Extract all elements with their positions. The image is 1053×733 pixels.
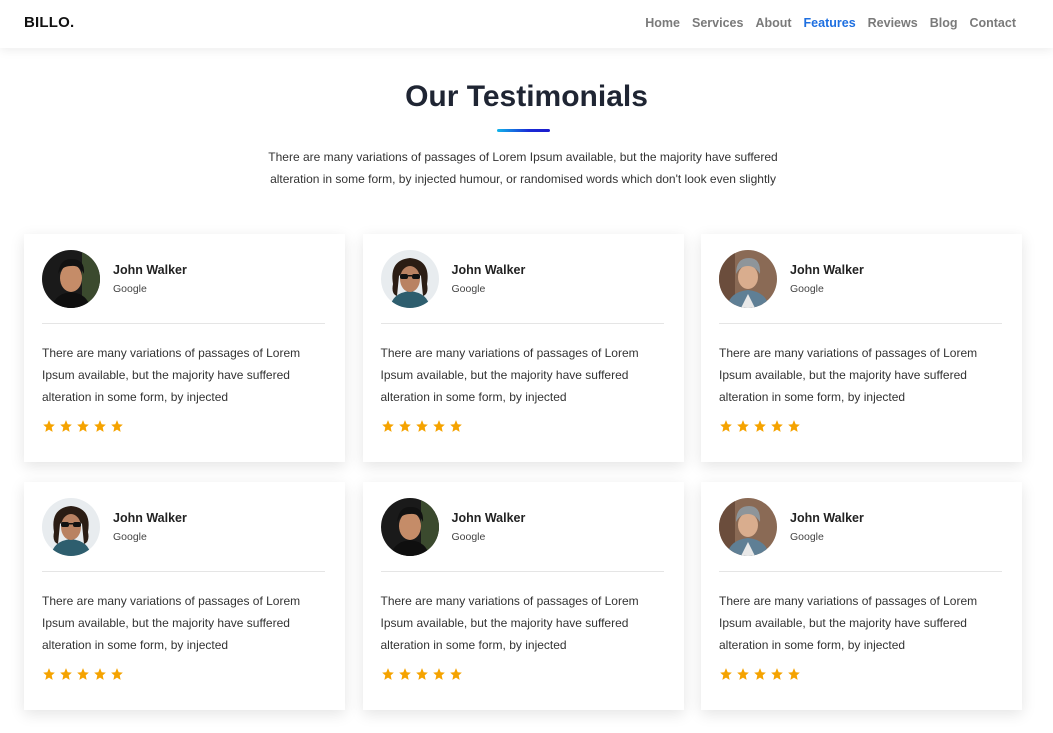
star-icon <box>381 668 394 680</box>
testimonial-card: John Walker Google There are many variat… <box>24 482 345 710</box>
card-header: John Walker Google <box>719 498 1004 556</box>
card-header: John Walker Google <box>42 498 327 556</box>
star-rating <box>719 419 1004 433</box>
testimonials-grid: John Walker Google There are many variat… <box>24 234 1022 710</box>
testimonial-card: John Walker Google There are many variat… <box>24 234 345 462</box>
avatar-dark-hair <box>42 250 100 308</box>
main-nav: Home Services About Features Reviews Blo… <box>645 16 1016 30</box>
card-header: John Walker Google <box>42 250 327 308</box>
nav-link-home[interactable]: Home <box>645 16 680 30</box>
star-icon <box>43 668 55 680</box>
star-icon <box>60 420 72 432</box>
star-icon <box>720 668 732 680</box>
star-rating <box>381 419 666 433</box>
star-icon <box>737 420 749 432</box>
person-company: Google <box>113 531 147 543</box>
star-icon <box>432 420 445 432</box>
person-name: John Walker <box>790 511 864 525</box>
person-info: John Walker Google <box>452 511 526 543</box>
site-header: BILLO. Home Services About Features Revi… <box>0 0 1053 48</box>
person-info: John Walker Google <box>113 511 187 543</box>
testimonial-quote: There are many variations of passages of… <box>380 346 639 404</box>
star-rating <box>381 667 666 681</box>
person-name: John Walker <box>113 263 187 277</box>
card-divider <box>380 323 664 324</box>
person-info: John Walker Google <box>790 263 864 295</box>
person-company: Google <box>451 531 486 543</box>
star-icon <box>415 420 428 432</box>
testimonial-card: John Walker Google There are many variat… <box>362 234 684 462</box>
star-icon <box>449 420 462 432</box>
star-icon <box>398 420 411 432</box>
star-icon <box>111 420 123 432</box>
nav-link-services[interactable]: Services <box>692 16 743 30</box>
star-rating <box>42 419 327 433</box>
section-description: There are many variations of passages of… <box>268 150 778 186</box>
star-icon <box>415 668 428 680</box>
person-name: John Walker <box>113 511 187 525</box>
star-icon <box>94 420 106 432</box>
star-icon <box>737 668 749 680</box>
star-icon <box>754 668 766 680</box>
star-icon <box>754 420 766 432</box>
nav-link-blog[interactable]: Blog <box>930 16 958 30</box>
nav-link-reviews[interactable]: Reviews <box>868 16 918 30</box>
person-company: Google <box>790 283 824 295</box>
card-divider <box>719 571 1002 572</box>
person-name: John Walker <box>790 263 864 277</box>
avatar-sunglasses <box>380 250 439 308</box>
testimonial-card: John Walker Google There are many variat… <box>701 234 1022 462</box>
star-icon <box>788 668 800 680</box>
star-icon <box>720 420 732 432</box>
testimonial-quote: There are many variations of passages of… <box>42 346 301 404</box>
testimonial-quote: There are many variations of passages of… <box>719 594 978 652</box>
card-header: John Walker Google <box>719 250 1004 308</box>
star-rating <box>42 667 327 681</box>
star-icon <box>398 668 411 680</box>
avatar-sunglasses <box>42 498 100 556</box>
testimonial-quote: There are many variations of passages of… <box>42 594 301 652</box>
title-underline <box>497 129 550 132</box>
section-title: Our Testimonials <box>405 80 648 113</box>
star-icon <box>449 668 462 680</box>
star-icon <box>788 420 800 432</box>
star-icon <box>381 420 394 432</box>
nav-link-about[interactable]: About <box>755 16 791 30</box>
star-icon <box>77 420 89 432</box>
avatar-dark-hair <box>380 498 439 556</box>
person-info: John Walker Google <box>113 263 187 295</box>
person-info: John Walker Google <box>790 511 864 543</box>
star-icon <box>43 420 55 432</box>
card-header: John Walker Google <box>380 498 666 556</box>
person-info: John Walker Google <box>452 263 526 295</box>
star-icon <box>771 668 783 680</box>
star-icon <box>432 668 445 680</box>
card-divider <box>719 323 1002 324</box>
testimonial-quote: There are many variations of passages of… <box>719 346 978 404</box>
person-company: Google <box>113 283 147 295</box>
card-divider <box>42 323 325 324</box>
person-name: John Walker <box>451 511 526 525</box>
card-divider <box>42 571 325 572</box>
person-name: John Walker <box>451 263 526 277</box>
star-rating <box>719 667 1004 681</box>
person-company: Google <box>790 531 824 543</box>
testimonial-quote: There are many variations of passages of… <box>380 594 639 652</box>
star-icon <box>60 668 72 680</box>
brand-logo[interactable]: BILLO. <box>24 14 74 31</box>
avatar-beanie <box>719 250 777 308</box>
star-icon <box>77 668 89 680</box>
nav-link-contact[interactable]: Contact <box>969 16 1016 30</box>
card-divider <box>380 571 664 572</box>
testimonial-card: John Walker Google There are many variat… <box>701 482 1022 710</box>
nav-link-features[interactable]: Features <box>804 16 856 30</box>
star-icon <box>771 420 783 432</box>
testimonial-card: John Walker Google There are many variat… <box>362 482 684 710</box>
card-header: John Walker Google <box>380 250 666 308</box>
star-icon <box>111 668 123 680</box>
avatar-beanie <box>719 498 777 556</box>
star-icon <box>94 668 106 680</box>
person-company: Google <box>451 283 486 295</box>
